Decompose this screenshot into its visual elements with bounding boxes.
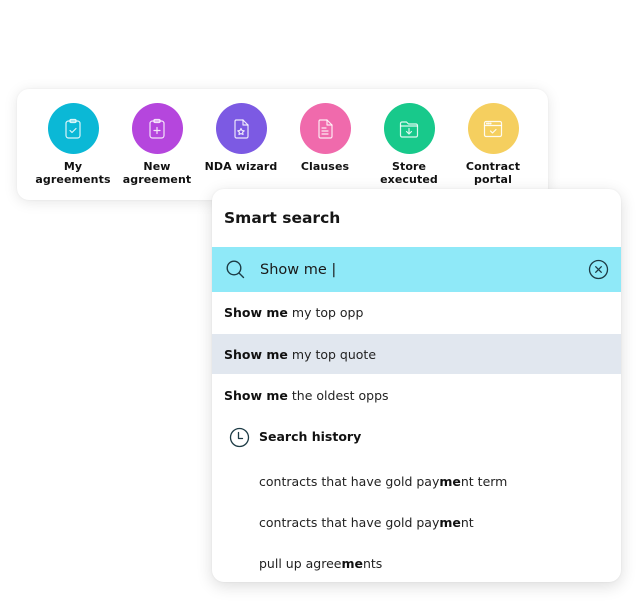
folder-download-icon (399, 120, 419, 138)
suggestion-match: Show me (224, 346, 288, 362)
tool-label: My agreements (35, 160, 111, 186)
tool-store-executed[interactable]: Store executed (367, 103, 451, 186)
clipboard-check-icon (65, 118, 81, 139)
tool-label: Contract portal (465, 160, 521, 186)
document-lines-icon (318, 118, 333, 139)
suggestion-text: the oldest opps (291, 387, 389, 403)
clipboard-plus-icon (149, 118, 165, 139)
search-input[interactable] (260, 257, 560, 282)
history-match: me (439, 473, 461, 489)
search-history-title: Search history (259, 429, 362, 444)
panel-title: Smart search (224, 209, 341, 227)
search-icon (226, 260, 245, 279)
tool-label: Store executed (380, 160, 438, 186)
suggestion-text: my top opp (291, 304, 364, 320)
nda-wizard-icon-circle (215, 103, 267, 154)
search-bar[interactable] (212, 247, 621, 292)
history-text: nts (362, 555, 383, 571)
history-text: contracts that have gold pay (259, 473, 440, 489)
suggestion-item-highlighted[interactable]: Show me my top quote (212, 334, 621, 374)
suggestion-match: Show me (224, 387, 288, 403)
suggestion-match: Show me (224, 304, 288, 320)
tool-clauses[interactable]: Clauses (283, 103, 367, 174)
suggestion-text: my top quote (291, 346, 377, 362)
smart-search-panel: Smart search Show memy top opp Show memy… (212, 189, 621, 582)
history-item[interactable]: contracts that have gold pay me nt (212, 506, 621, 538)
document-star-icon (234, 118, 249, 139)
tool-label: Clauses (300, 160, 350, 173)
clauses-icon-circle (299, 103, 351, 154)
history-item[interactable]: pull up agree me nts (212, 547, 621, 579)
tool-contract-portal[interactable]: Contract portal (451, 103, 535, 186)
quick-actions-toolbar: My agreements New agreement NDA wizard Cla… (17, 89, 548, 200)
history-item[interactable]: contracts that have gold pay me nt term (212, 465, 621, 497)
tool-label: NDA wizard (204, 160, 278, 173)
browser-check-icon (483, 120, 503, 137)
contract-portal-icon-circle (467, 103, 519, 154)
history-text: contracts that have gold pay (259, 514, 440, 530)
history-text: pull up agree (259, 555, 342, 571)
history-match: me (439, 514, 461, 530)
history-text: nt term (460, 473, 508, 489)
clear-search-icon[interactable] (588, 259, 609, 280)
tool-my-agreements[interactable]: My agreements (31, 103, 115, 186)
tool-nda-wizard[interactable]: NDA wizard (199, 103, 283, 174)
tool-label: New agreement (122, 160, 192, 186)
search-history-header: Search history (212, 425, 621, 451)
history-match: me (341, 555, 363, 571)
store-executed-icon-circle (383, 103, 435, 154)
my-agreements-icon-circle (47, 103, 99, 154)
suggestion-item[interactable]: Show me my top opp (212, 292, 621, 332)
clock-icon (229, 427, 250, 448)
new-agreement-icon-circle (131, 103, 183, 154)
tool-new-agreement[interactable]: New agreement (115, 103, 199, 186)
suggestion-item[interactable]: Show me the oldest opps (212, 375, 621, 415)
history-text: nt (460, 514, 474, 530)
